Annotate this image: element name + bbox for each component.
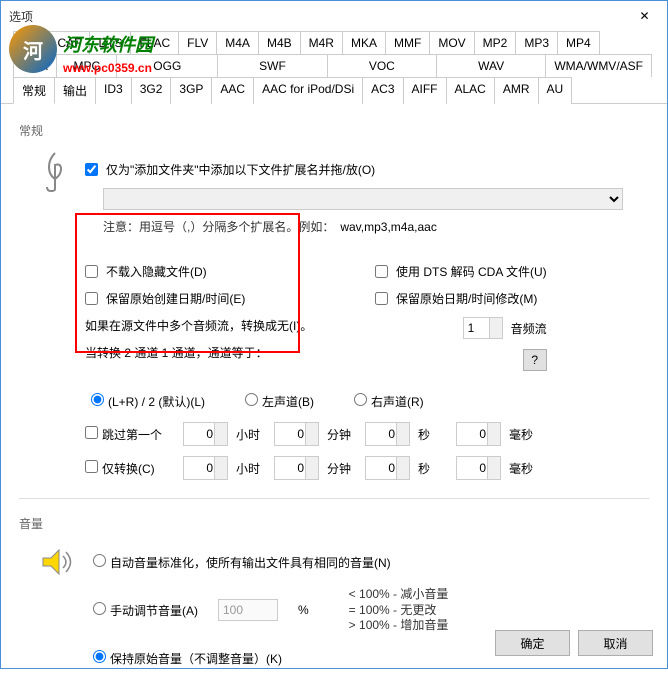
section-volume-title: 音量 [19, 515, 649, 532]
keep-modify-checkbox[interactable] [375, 292, 388, 305]
logo-url: www.pc0359.cn [63, 61, 152, 75]
extension-select[interactable] [103, 188, 623, 210]
tab-wav[interactable]: WAV [436, 54, 546, 77]
tab-amr[interactable]: AMR [494, 77, 539, 104]
tab-mmf[interactable]: MMF [385, 31, 430, 54]
tab-m4b[interactable]: M4B [258, 31, 301, 54]
tab--[interactable]: 输出 [54, 77, 96, 104]
conv-sec[interactable] [365, 456, 410, 480]
tab-flv[interactable]: FLV [178, 31, 217, 54]
radio-manual-volume[interactable]: 手动调节音量(A) [93, 602, 198, 619]
tab-3gp[interactable]: 3GP [170, 77, 212, 104]
conv-hour[interactable] [183, 456, 228, 480]
tab-wma-wmv-asf[interactable]: WMA/WMV/ASF [545, 54, 652, 77]
add-folder-label: 仅为"添加文件夹"中添加以下文件扩展名并拖/放(O) [106, 161, 375, 178]
keep-create-label: 保留原始创建日期/时间(E) [106, 290, 245, 307]
tab-mp3[interactable]: MP3 [515, 31, 558, 54]
tab-aac-for-ipod-dsi[interactable]: AAC for iPod/DSi [253, 77, 363, 104]
manual-volume-input [218, 599, 278, 621]
tab-swf[interactable]: SWF [217, 54, 327, 77]
skip-min[interactable] [274, 422, 319, 446]
tab-aac[interactable]: AAC [211, 77, 254, 104]
convert-only-checkbox[interactable]: 仅转换(C) [85, 460, 175, 477]
skip-sec[interactable] [365, 422, 410, 446]
keep-create-checkbox[interactable] [85, 292, 98, 305]
logo-icon: 河 [9, 25, 57, 73]
tab-mp4[interactable]: MP4 [557, 31, 600, 54]
tab--[interactable]: 常规 [13, 77, 55, 104]
no-hidden-label: 不载入隐藏文件(D) [106, 263, 207, 280]
add-folder-checkbox[interactable] [85, 163, 98, 176]
skip-hour[interactable] [183, 422, 228, 446]
keep-modify-label: 保留原始日期/时间修改(M) [396, 290, 537, 307]
help-button[interactable]: ? [523, 349, 547, 371]
multi-stream-label: 如果在源文件中多个音频流，转换成无(I)。 [85, 317, 312, 334]
logo: 河 [9, 25, 57, 73]
tab-voc[interactable]: VOC [327, 54, 437, 77]
channel-note-label: 当转换 2 通道 1 通道，通道等于： [85, 344, 268, 361]
radio-keep-volume[interactable]: 保持原始音量（不调整音量）(K) [93, 650, 282, 667]
conv-ms[interactable] [456, 456, 501, 480]
tab-mp2[interactable]: MP2 [474, 31, 517, 54]
tab-ac3[interactable]: AC3 [362, 77, 403, 104]
radio-lr-avg[interactable]: (L+R) / 2 (默认)(L) [91, 393, 205, 410]
tab-m4a[interactable]: M4A [216, 31, 259, 54]
close-button[interactable]: ✕ [622, 1, 667, 31]
skip-first-checkbox[interactable]: 跳过第一个 [85, 426, 175, 443]
conv-min[interactable] [274, 456, 319, 480]
percent-label: % [298, 603, 309, 617]
vol-help-2: = 100% - 无更改 [349, 603, 449, 619]
skip-ms[interactable] [456, 422, 501, 446]
use-dts-label: 使用 DTS 解码 CDA 文件(U) [396, 263, 547, 280]
tab-alac[interactable]: ALAC [446, 77, 495, 104]
tab-3g2[interactable]: 3G2 [131, 77, 172, 104]
radio-right[interactable]: 右声道(R) [354, 393, 424, 410]
window-title: 选项 [9, 8, 33, 25]
radio-auto-volume[interactable]: 自动音量标准化，使所有输出文件具有相同的音量(N) [93, 554, 391, 571]
section-general-title: 常规 [19, 122, 649, 139]
no-hidden-checkbox[interactable] [85, 265, 98, 278]
tab-mka[interactable]: MKA [342, 31, 386, 54]
stream-spinner[interactable] [463, 317, 503, 339]
radio-left[interactable]: 左声道(B) [245, 393, 314, 410]
logo-text: 河东软件园 [63, 31, 153, 57]
tab-mov[interactable]: MOV [429, 31, 474, 54]
tab-m4r[interactable]: M4R [300, 31, 343, 54]
speaker-icon [39, 544, 79, 677]
vol-help-3: > 100% - 增加音量 [349, 618, 449, 634]
stream-label: 音频流 [511, 320, 547, 337]
use-dts-checkbox[interactable] [375, 265, 388, 278]
vol-help-1: < 100% - 减小音量 [349, 587, 449, 603]
tab-au[interactable]: AU [538, 77, 573, 104]
ok-button[interactable]: 确定 [495, 630, 570, 656]
tab-aiff[interactable]: AIFF [403, 77, 447, 104]
treble-clef-icon [39, 151, 71, 490]
ext-example: wav,mp3,m4a,aac [340, 220, 437, 234]
ext-note: 注意：用逗号（,）分隔多个扩展名。例如： [103, 218, 334, 235]
tab-id3[interactable]: ID3 [95, 77, 132, 104]
cancel-button[interactable]: 取消 [578, 630, 653, 656]
